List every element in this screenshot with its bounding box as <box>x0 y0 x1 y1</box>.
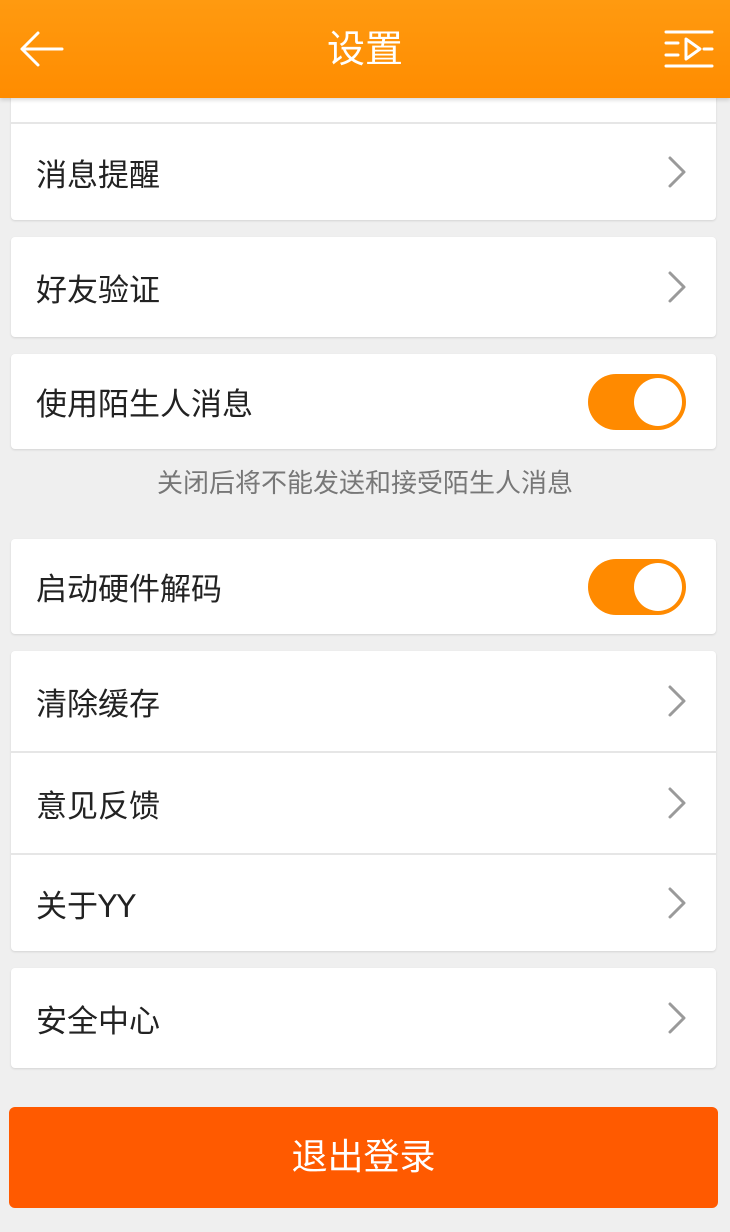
stranger-messages-toggle[interactable] <box>588 373 686 430</box>
row-label: 好友验证 <box>36 272 160 309</box>
page-title: 设置 <box>326 27 403 71</box>
chevron-right-icon <box>668 156 686 188</box>
row-stranger-messages: 使用陌生人消息 <box>11 354 716 449</box>
row-about[interactable]: 关于YY <box>11 855 716 951</box>
row-friend-verification[interactable]: 好友验证 <box>11 237 716 337</box>
row-hardware-decoding: 启动硬件解码 <box>11 539 716 634</box>
toggle-knob <box>634 377 682 426</box>
hardware-decoding-toggle[interactable] <box>588 558 686 615</box>
chevron-right-icon <box>668 787 686 819</box>
header-bar: 设置 <box>0 0 730 98</box>
chevron-right-icon <box>668 1002 686 1034</box>
settings-card-stranger: 使用陌生人消息 <box>11 354 716 449</box>
row-clear-cache[interactable]: 清除缓存 <box>11 651 716 751</box>
settings-card-top: 消息提醒 <box>11 92 716 220</box>
toggle-knob <box>634 562 682 611</box>
row-label: 使用陌生人消息 <box>36 387 253 423</box>
row-feedback[interactable]: 意见反馈 <box>11 753 716 853</box>
row-label: 安全中心 <box>36 1003 160 1040</box>
stranger-messages-hint: 关闭后将不能发送和接受陌生人消息 <box>156 469 573 499</box>
chevron-right-icon <box>668 271 686 303</box>
row-label: 关于YY <box>36 888 136 925</box>
chevron-right-icon <box>668 887 686 919</box>
settings-card-misc: 清除缓存 意见反馈 关于YY <box>11 651 716 951</box>
menu-icon[interactable] <box>664 26 714 72</box>
settings-card-hardware: 启动硬件解码 <box>11 539 716 634</box>
row-label: 启动硬件解码 <box>36 572 222 608</box>
row-label: 消息提醒 <box>36 157 160 194</box>
row-security-center[interactable]: 安全中心 <box>11 968 716 1068</box>
settings-card-security: 安全中心 <box>11 968 716 1068</box>
settings-card-friend: 好友验证 <box>11 237 716 337</box>
logout-button[interactable]: 退出登录 <box>9 1107 718 1208</box>
row-message-reminder[interactable]: 消息提醒 <box>11 124 716 220</box>
chevron-right-icon <box>668 685 686 717</box>
row-label: 意见反馈 <box>36 788 160 825</box>
row-label: 清除缓存 <box>36 686 160 723</box>
